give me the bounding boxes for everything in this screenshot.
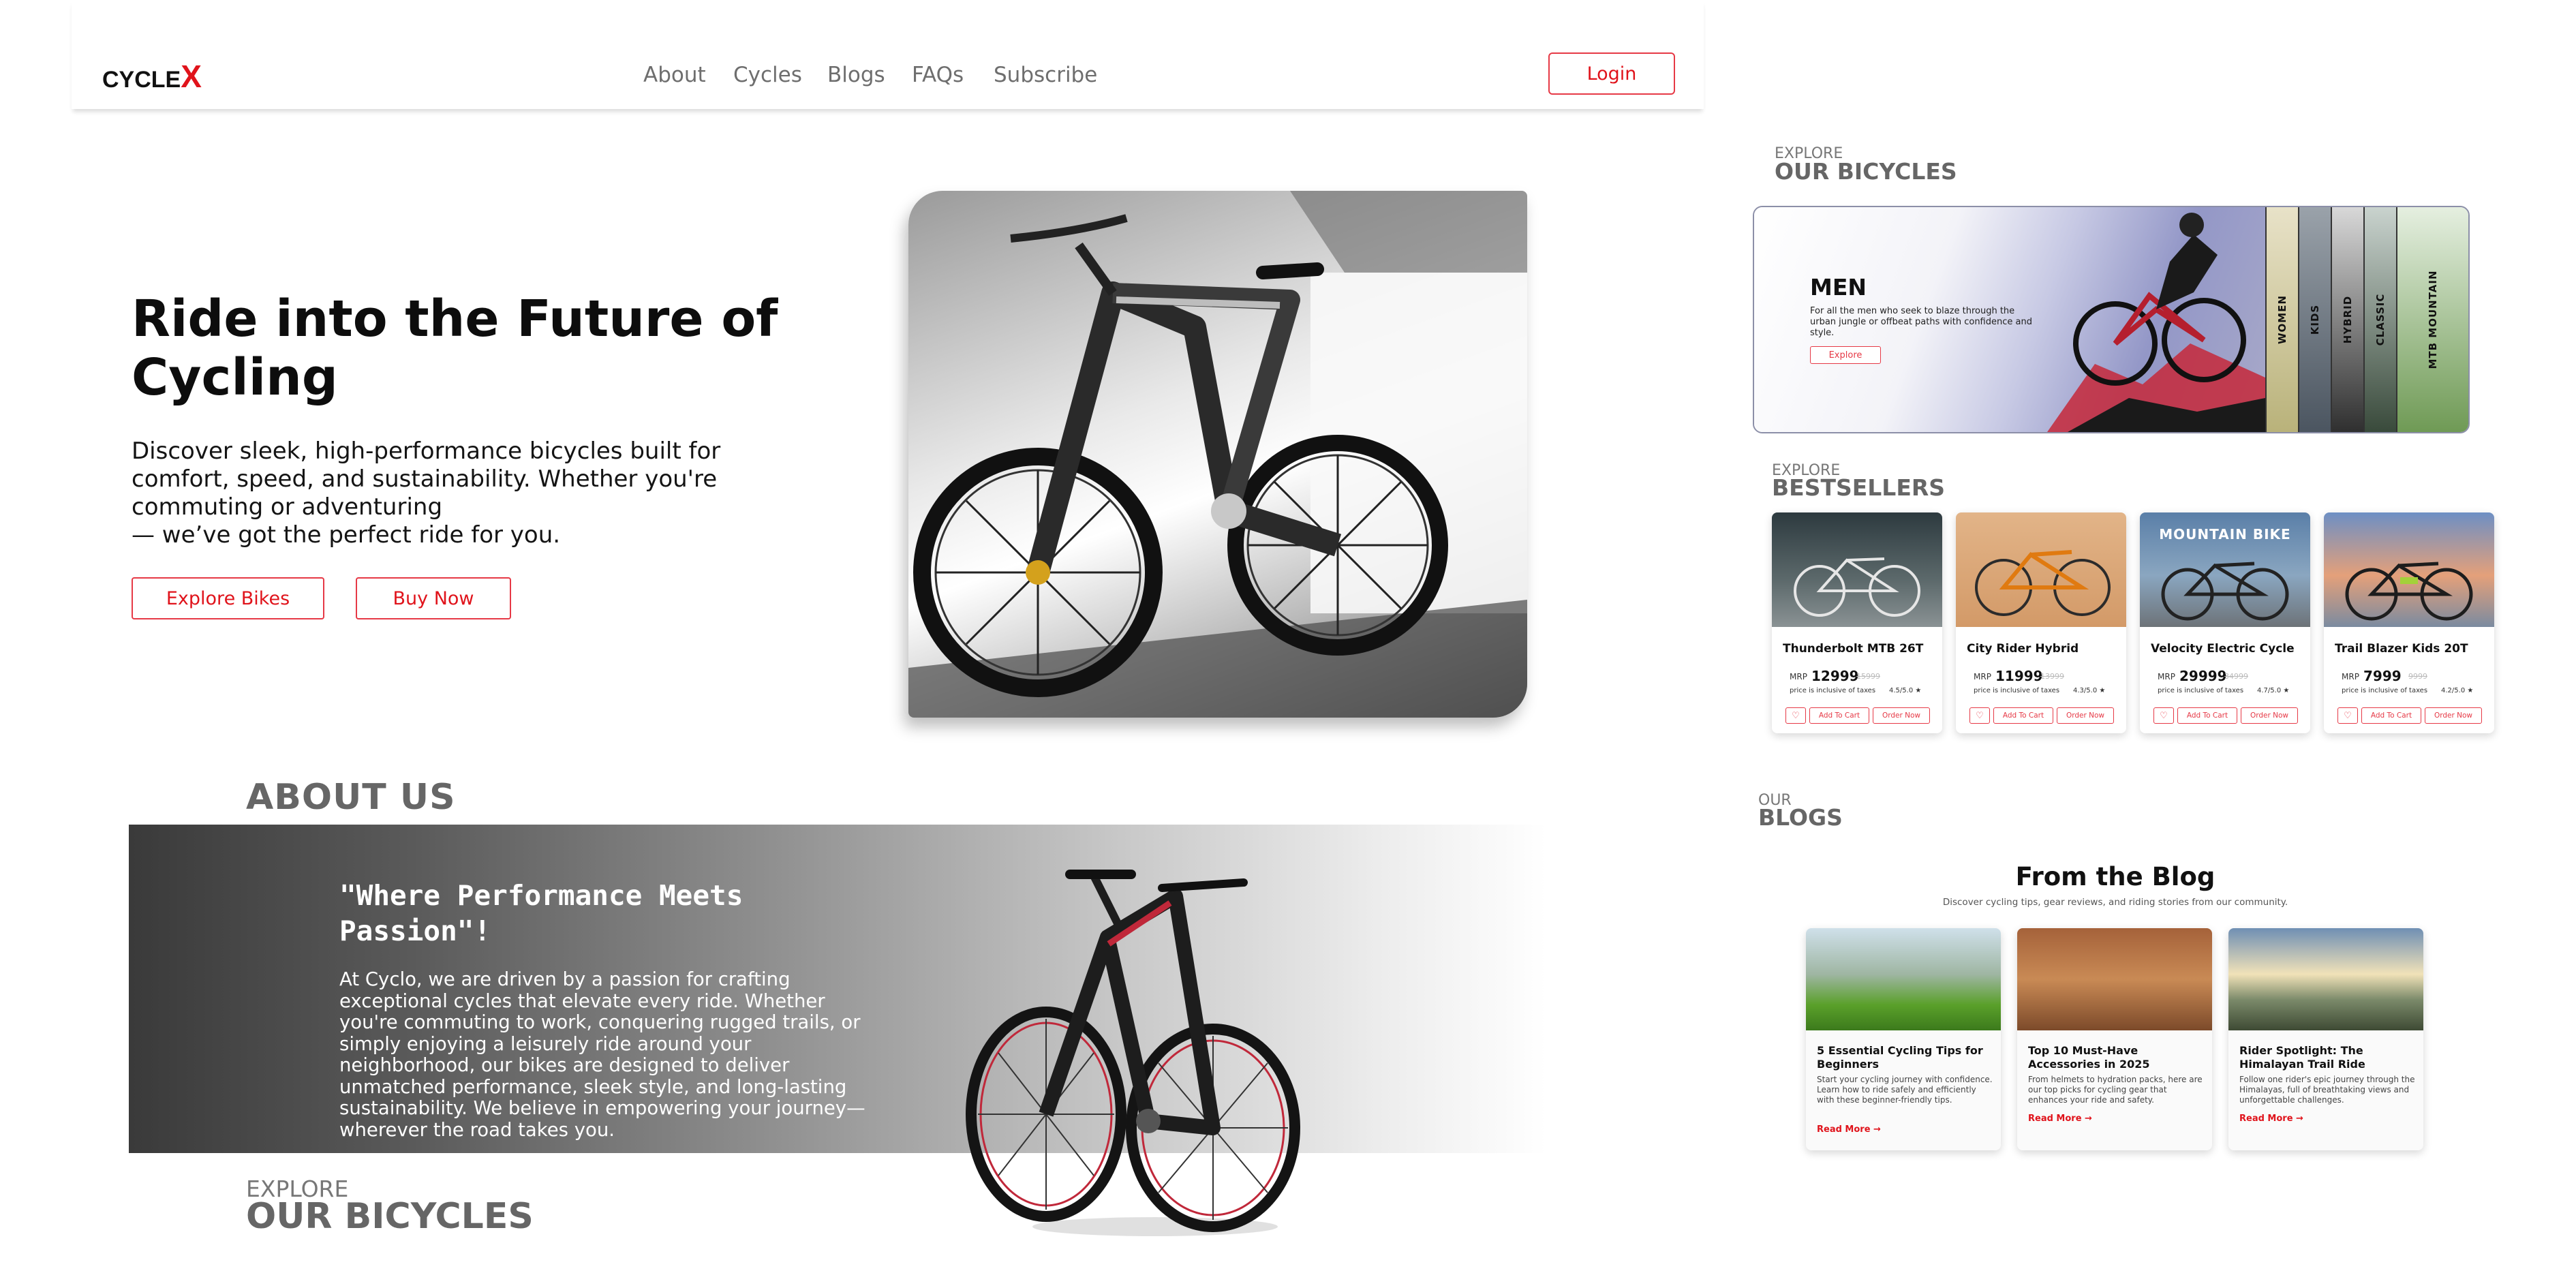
login-button[interactable]: Login bbox=[1548, 52, 1675, 95]
about-text: At Cyclo, we are driven by a passion for… bbox=[339, 968, 865, 1141]
product-image-caption: MOUNTAIN BIKE bbox=[2159, 526, 2291, 542]
nav-blogs[interactable]: Blogs bbox=[827, 63, 885, 87]
product-image: MOUNTAIN BIKE bbox=[2140, 512, 2310, 627]
product-card[interactable]: Trail Blazer Kids 20T MRP 7999 9999 pric… bbox=[2324, 512, 2494, 733]
product-rating: 4.3/5.0 ★ bbox=[2073, 687, 2106, 694]
hero-bike-image bbox=[908, 191, 1527, 718]
nav-subscribe[interactable]: Subscribe bbox=[994, 63, 1097, 87]
mrp-label: MRP bbox=[1974, 672, 1991, 681]
product-image bbox=[1772, 512, 1942, 627]
about-bike-image bbox=[951, 835, 1332, 1244]
category-strip-women[interactable]: WOMEN bbox=[2265, 207, 2298, 432]
add-to-cart-button[interactable]: Add To Cart bbox=[1809, 707, 1869, 724]
add-to-cart-button[interactable]: Add To Cart bbox=[1993, 707, 2053, 724]
category-carousel: MEN For all the men who seek to blaze th… bbox=[1753, 206, 2470, 433]
mrp-label: MRP bbox=[1790, 672, 1807, 681]
blog-card[interactable]: Rider Spotlight: The Himalayan Trail Rid… bbox=[2228, 928, 2423, 1150]
read-more-link[interactable]: Read More → bbox=[2239, 1114, 2303, 1124]
heart-icon[interactable]: ♡ bbox=[1969, 707, 1990, 724]
add-to-cart-button[interactable]: Add To Cart bbox=[2361, 707, 2421, 724]
product-old-price: 34999 bbox=[2224, 672, 2248, 681]
product-price: 7999 bbox=[2363, 668, 2402, 684]
mrp-label: MRP bbox=[2158, 672, 2175, 681]
heart-icon[interactable]: ♡ bbox=[1785, 707, 1806, 724]
order-now-button[interactable]: Order Now bbox=[2057, 707, 2114, 724]
blog-excerpt: Start your cycling journey with confiden… bbox=[1817, 1075, 1993, 1105]
product-rating: 4.5/5.0 ★ bbox=[1889, 687, 1922, 694]
nav-about[interactable]: About bbox=[643, 63, 706, 87]
tax-note: price is inclusive of taxes bbox=[2342, 687, 2428, 694]
product-image bbox=[2324, 512, 2494, 627]
bestsellers-heading: BESTSELLERS bbox=[1772, 474, 1946, 501]
heart-icon[interactable]: ♡ bbox=[2153, 707, 2174, 724]
product-card[interactable]: City Rider Hybrid MRP 11999 13999 price … bbox=[1956, 512, 2126, 733]
category-strip-hybrid[interactable]: HYBRID bbox=[2331, 207, 2363, 432]
blog-title: Top 10 Must-Have Accessories in 2025 bbox=[2028, 1044, 2150, 1071]
product-name: City Rider Hybrid bbox=[1967, 642, 2079, 656]
category-strip-kids[interactable]: KIDS bbox=[2298, 207, 2331, 432]
read-more-link[interactable]: Read More → bbox=[2028, 1114, 2092, 1124]
nav-cycles[interactable]: Cycles bbox=[733, 63, 802, 87]
blog-section-title: From the Blog bbox=[2015, 862, 2215, 891]
blog-title: Rider Spotlight: The Himalayan Trail Rid… bbox=[2239, 1044, 2365, 1071]
blog-card[interactable]: 5 Essential Cycling Tips for Beginners S… bbox=[1806, 928, 2001, 1150]
tax-note: price is inclusive of taxes bbox=[1974, 687, 2060, 694]
category-strip-mtb[interactable]: MTB MOUNTAIN bbox=[2396, 207, 2468, 432]
tax-note: price is inclusive of taxes bbox=[2158, 687, 2244, 694]
blog-image bbox=[2017, 928, 2212, 1030]
hero-title: Ride into the Future of Cycling bbox=[132, 290, 778, 407]
about-heading: ABOUT US bbox=[246, 777, 456, 818]
about-quote: "Where Performance Meets Passion"! bbox=[339, 879, 743, 947]
blog-image bbox=[1806, 928, 2001, 1030]
add-to-cart-button[interactable]: Add To Cart bbox=[2177, 707, 2237, 724]
carousel-heading: OUR BICYCLES bbox=[1775, 158, 1957, 185]
product-card[interactable]: MOUNTAIN BIKE Velocity Electric Cycle MR… bbox=[2140, 512, 2310, 733]
product-price: 29999 bbox=[2179, 668, 2227, 684]
product-image bbox=[1956, 512, 2126, 627]
blog-title: 5 Essential Cycling Tips for Beginners bbox=[1817, 1044, 1983, 1071]
product-price: 11999 bbox=[1995, 668, 2043, 684]
blog-section-subtitle: Discover cycling tips, gear reviews, and… bbox=[1942, 897, 2288, 908]
mrp-label: MRP bbox=[2342, 672, 2359, 681]
tax-note: price is inclusive of taxes bbox=[1790, 687, 1876, 694]
hero-subtitle: Discover sleek, high-performance bicycle… bbox=[132, 438, 721, 549]
product-price: 12999 bbox=[1811, 668, 1859, 684]
read-more-link[interactable]: Read More → bbox=[1817, 1124, 1881, 1135]
category-title: MEN bbox=[1810, 274, 1867, 301]
order-now-button[interactable]: Order Now bbox=[1873, 707, 1930, 724]
heart-icon[interactable]: ♡ bbox=[2337, 707, 2358, 724]
product-name: Thunderbolt MTB 26T bbox=[1783, 642, 1924, 656]
product-old-price: 15999 bbox=[1856, 672, 1880, 681]
blog-image bbox=[2228, 928, 2423, 1030]
buy-now-button[interactable]: Buy Now bbox=[356, 577, 511, 619]
product-rating: 4.7/5.0 ★ bbox=[2257, 687, 2290, 694]
blog-excerpt: From helmets to hydration packs, here ar… bbox=[2028, 1075, 2203, 1105]
navbar bbox=[72, 0, 1704, 109]
our-bicycles-heading: OUR BICYCLES bbox=[246, 1196, 534, 1237]
blog-excerpt: Follow one rider's epic journey through … bbox=[2239, 1075, 2415, 1105]
explore-bikes-button[interactable]: Explore Bikes bbox=[132, 577, 324, 619]
category-description: For all the men who seek to blaze throug… bbox=[1810, 306, 2032, 338]
product-name: Velocity Electric Cycle bbox=[2151, 642, 2295, 656]
product-old-price: 9999 bbox=[2408, 672, 2427, 681]
order-now-button[interactable]: Order Now bbox=[2241, 707, 2298, 724]
product-name: Trail Blazer Kids 20T bbox=[2335, 642, 2468, 656]
category-explore-button[interactable]: Explore bbox=[1810, 346, 1881, 364]
brand-logo[interactable]: CYCLEX bbox=[102, 58, 202, 95]
nav-faqs[interactable]: FAQs bbox=[912, 63, 964, 87]
blogs-heading: BLOGS bbox=[1758, 804, 1843, 831]
product-rating: 4.2/5.0 ★ bbox=[2441, 687, 2474, 694]
product-card[interactable]: Thunderbolt MTB 26T MRP 12999 15999 pric… bbox=[1772, 512, 1942, 733]
order-now-button[interactable]: Order Now bbox=[2425, 707, 2482, 724]
blog-card[interactable]: Top 10 Must-Have Accessories in 2025 Fro… bbox=[2017, 928, 2212, 1150]
category-strip-classic[interactable]: CLASSIC bbox=[2363, 207, 2396, 432]
product-old-price: 13999 bbox=[2040, 672, 2064, 681]
